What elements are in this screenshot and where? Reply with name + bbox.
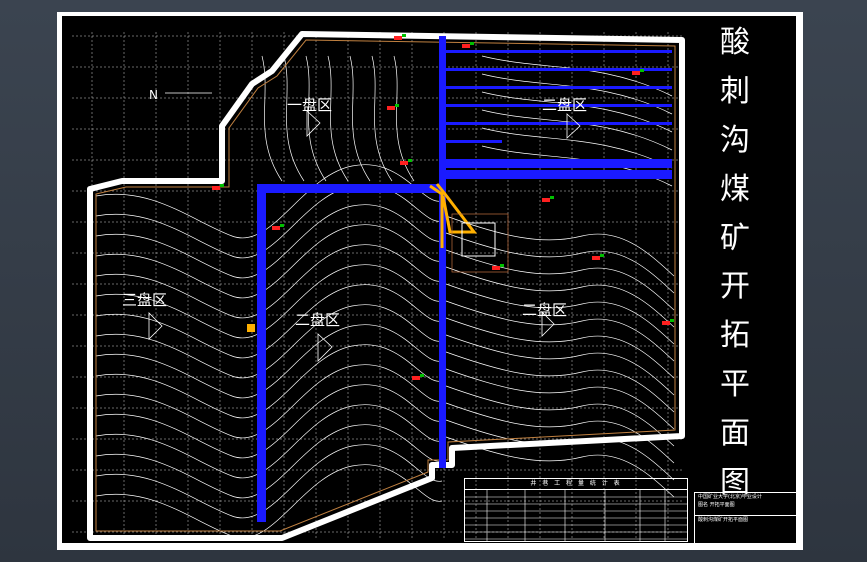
survey-marker [212,186,220,190]
survey-marker [400,161,408,165]
west-roadway-horizontal [257,184,445,193]
survey-marker-tip [420,374,424,377]
survey-marker-tip [500,264,504,267]
zone-label-2: 二盘区 [295,311,341,329]
west-marker-box [247,324,255,332]
zone-label-east: 二盘区 [542,96,588,114]
zone-label-1: 一盘区 [287,96,333,114]
survey-marker [394,36,402,40]
title-char: 煤 [720,171,750,207]
contour-line [95,164,443,239]
industrial-site [461,222,496,257]
survey-marker-tip [640,69,644,72]
contour-line [95,384,443,459]
survey-marker [542,198,550,202]
contour-line [95,224,443,299]
drawing-title: 酸刺沟煤矿开拓平面图 [699,28,771,498]
contour-line [95,324,443,399]
contour-line [95,344,443,419]
survey-marker [632,71,640,75]
title-char: 面 [720,416,750,451]
survey-marker-tip [402,34,406,37]
contour-line [445,334,675,396]
east-main-roadway-2 [446,170,672,179]
contour-line [95,444,443,519]
contour-line [445,351,675,413]
survey-marker-tip [280,224,284,227]
survey-marker [662,321,670,325]
drawing-frame: 一盘区 二盘区 三盘区 二盘区 二盘区 N 酸刺沟煤矿开拓平面图 井 巷 工 程… [62,16,798,544]
survey-marker [412,376,420,380]
contour-line [445,368,675,430]
title-char: 沟 [720,122,750,158]
title-char: 开 [720,269,750,305]
contour-line [481,55,673,97]
contour-line [327,55,349,182]
survey-marker-tip [470,42,474,45]
title-char: 矿 [720,220,750,256]
table-grid [465,489,687,541]
survey-marker-tip [670,319,674,322]
arrow-zone-east [566,113,581,139]
contour-line [481,109,673,151]
survey-marker [272,226,280,230]
coordinate-grid [72,32,682,538]
zone-label-4: 二盘区 [522,301,568,319]
east-crosscut-6 [446,140,502,143]
contour-line [349,55,371,182]
north-label: N [149,88,158,102]
survey-marker-tip [395,104,399,107]
survey-marker [492,266,500,270]
title-block-drawing: 酸刺沟煤矿开拓平面图 [695,515,797,524]
contour-line [283,55,305,182]
contour-line [445,215,675,277]
contour-line [371,55,393,182]
survey-marker-tip [408,159,412,162]
survey-marker-tip [220,184,224,187]
contour-line [445,317,675,379]
arrow-zone-3 [148,312,163,340]
contour-line [95,304,443,379]
title-char: 平 [720,367,750,403]
survey-marker [462,44,470,48]
contour-line [95,364,443,439]
contour-line [445,419,675,481]
direction-arrows [148,92,581,362]
mine-boundary [87,31,685,541]
contour-line [95,464,443,539]
survey-marker-tip [550,196,554,199]
survey-marker [592,256,600,260]
mine-plan-map [72,31,685,541]
title-block-name: 图名 开拓平面图 [698,502,735,508]
title-block: 中国矿业大学(北京)毕业设计 图名 开拓平面图 酸刺沟煤矿开拓平面图 [694,492,798,544]
survey-marker [387,106,395,110]
drawing-sheet: 一盘区 二盘区 三盘区 二盘区 二盘区 N 酸刺沟煤矿开拓平面图 井 巷 工 程… [57,12,803,550]
east-crosscut-5 [446,122,672,125]
contour-line [95,184,443,259]
zone-label-3: 三盘区 [122,291,168,309]
quantity-table: 井 巷 工 程 量 统 计 表 [464,478,688,542]
contour-line [305,55,327,182]
east-crosscut-3 [446,86,672,89]
main-shaft-roadway [439,36,446,468]
survey-marker-tip [600,254,604,257]
title-block-school: 中国矿业大学(北京)毕业设计 [698,494,762,500]
east-crosscut-1 [446,50,672,53]
title-char: 酸 [720,25,750,60]
contour-line [95,204,443,279]
contour-line [95,404,443,479]
contour-line [445,402,675,464]
east-main-roadway [446,159,672,168]
title-char: 拓 [720,318,750,354]
contour-lines [95,55,675,539]
title-char: 刺 [720,73,750,109]
east-crosscut-2 [446,68,672,71]
west-roadway-vertical [257,184,266,522]
